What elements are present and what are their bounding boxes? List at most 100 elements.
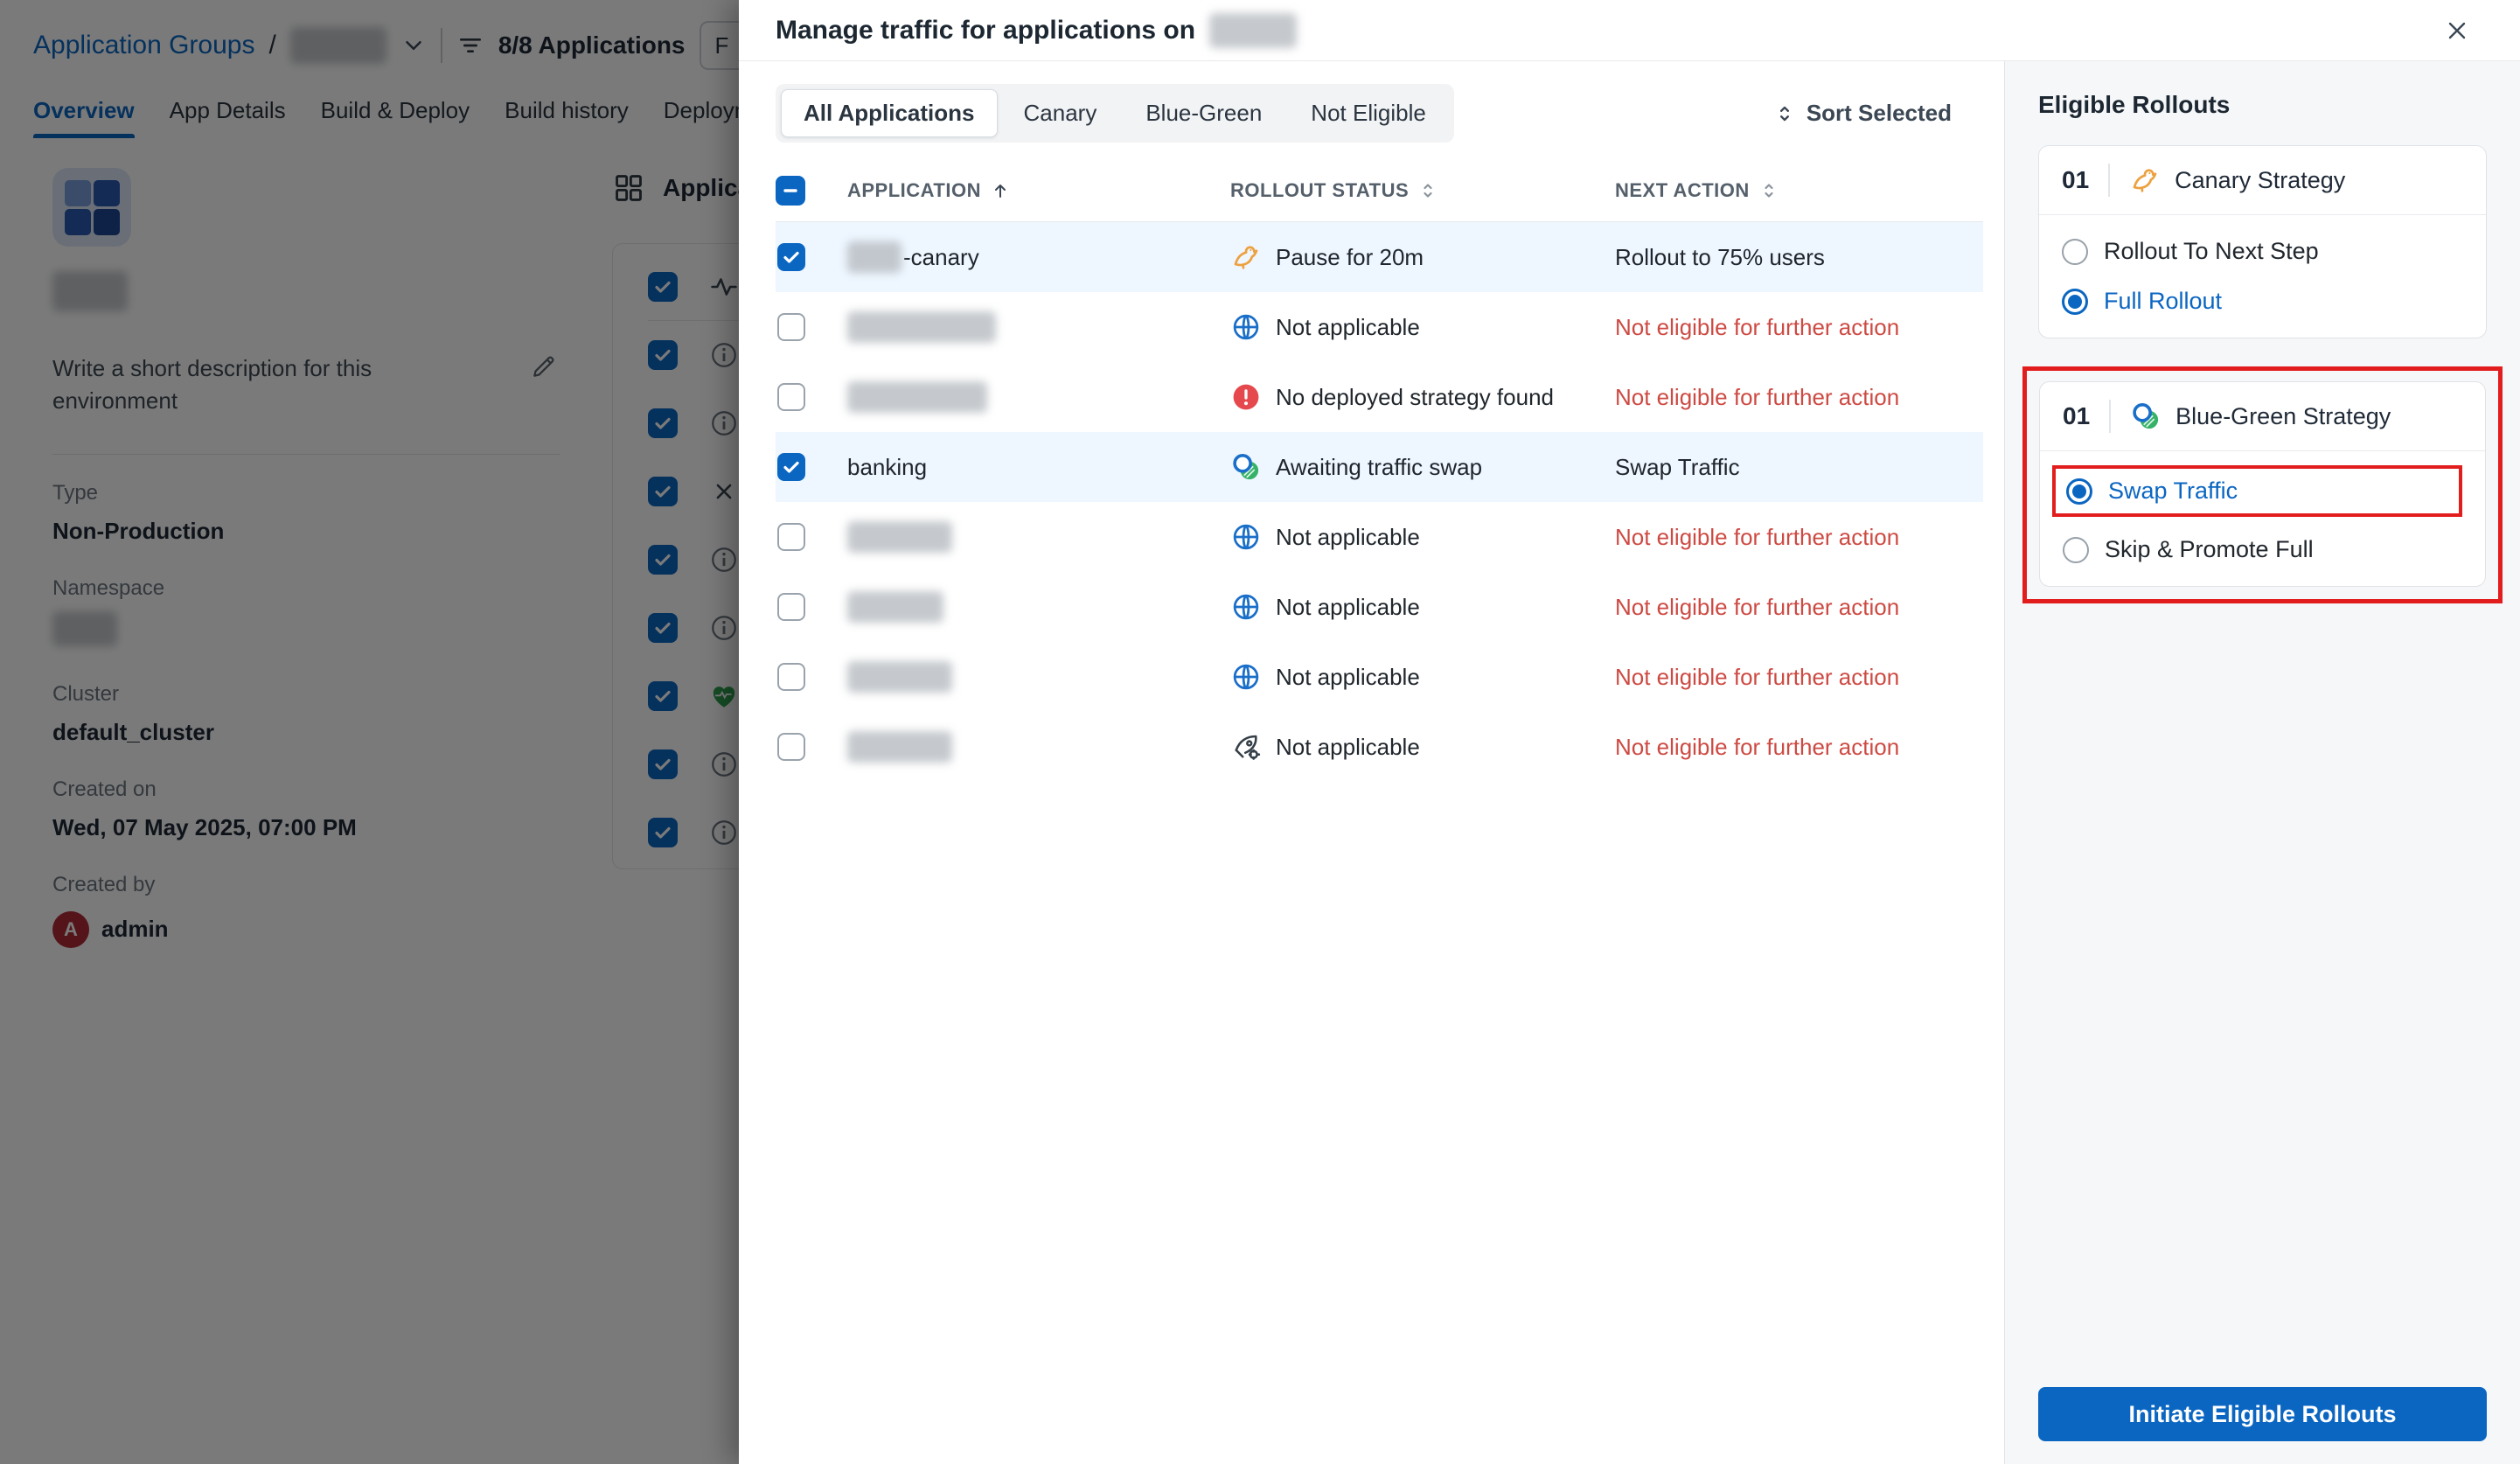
application-name: -canary [903, 243, 979, 270]
tab-all-applications[interactable]: All Applications [781, 89, 998, 137]
application-name: banking [847, 453, 928, 480]
card-divider [2108, 164, 2111, 197]
rollout-status-text: Pause for 20m [1276, 243, 1424, 270]
redacted-text [847, 241, 901, 273]
next-action-text: Not eligible for further action [1615, 523, 1900, 550]
rocket-gear-icon [1230, 731, 1262, 763]
table-row[interactable]: Not applicable Not eligible for further … [776, 572, 1983, 642]
sort-selected-label: Sort Selected [1806, 100, 1952, 126]
radio-rollout-to-next-step[interactable]: Rollout To Next Step [2062, 238, 2463, 265]
rollout-status-text: Not applicable [1276, 313, 1420, 340]
table-row[interactable]: Not applicable Not eligible for further … [776, 292, 1983, 362]
next-action-text: Not eligible for further action [1615, 383, 1900, 410]
next-action-text: Not eligible for further action [1615, 663, 1900, 690]
globe-icon [1230, 591, 1262, 623]
sort-asc-icon [990, 180, 1011, 201]
globe-icon [1230, 521, 1262, 553]
rollout-status-text: Not applicable [1276, 523, 1420, 550]
manage-traffic-drawer: Manage traffic for applications on All A… [739, 0, 2520, 1464]
next-action-text: Rollout to 75% users [1615, 243, 1825, 270]
table-row[interactable]: No deployed strategy found Not eligible … [776, 362, 1983, 432]
table-row[interactable]: banking Awaiting traffic swap Swap Traff… [776, 432, 1983, 502]
radio-icon [2063, 536, 2089, 563]
row-checkbox[interactable] [777, 663, 805, 691]
next-action-text: Not eligible for further action [1615, 593, 1900, 620]
select-all-checkbox[interactable] [776, 176, 805, 206]
redacted-text [847, 311, 996, 343]
row-checkbox[interactable] [777, 313, 805, 341]
radio-icon [2062, 238, 2088, 265]
column-application[interactable]: APPLICATION [847, 179, 1230, 202]
radio-label: Swap Traffic [2108, 478, 2238, 504]
drawer-title-text: Manage traffic for applications on [776, 15, 1196, 45]
table-row[interactable]: Not applicable Not eligible for further … [776, 712, 1983, 782]
row-checkbox[interactable] [777, 593, 805, 621]
radio-icon [2066, 478, 2092, 505]
redacted-text [847, 521, 952, 553]
filter-tabs: All Applications Canary Blue-Green Not E… [776, 84, 1454, 143]
drawer-title: Manage traffic for applications on [776, 12, 1298, 48]
strategy-name: Blue-Green Strategy [2175, 402, 2391, 429]
tab-canary[interactable]: Canary [1001, 89, 1120, 137]
radio-label: Skip & Promote Full [2105, 536, 2314, 562]
canary-icon [1230, 241, 1262, 273]
redacted-text [847, 731, 952, 763]
radio-icon [2062, 288, 2088, 315]
error-icon [1230, 381, 1262, 413]
blue-green-strategy-card: 01 Blue-Green Strategy Swap Traffic Skip… [2039, 381, 2486, 587]
rollout-status-text: Not applicable [1276, 733, 1420, 760]
column-rollout-status[interactable]: ROLLOUT STATUS [1230, 179, 1615, 202]
strategy-index: 01 [2063, 402, 2091, 429]
row-checkbox[interactable] [777, 453, 805, 481]
row-checkbox[interactable] [777, 243, 805, 271]
next-action-text: Swap Traffic [1615, 453, 1740, 480]
radio-skip-promote-full[interactable]: Skip & Promote Full [2063, 536, 2462, 563]
table-header: APPLICATION ROLLOUT STATUS NEXT ACTION [776, 164, 1983, 222]
screen: Application Groups / 8/8 Applications F … [0, 0, 2520, 1464]
rollout-status-text: Not applicable [1276, 593, 1420, 620]
strategy-index: 01 [2062, 166, 2090, 193]
sort-selected-button[interactable]: Sort Selected [1773, 100, 1952, 127]
applications-table-area: All Applications Canary Blue-Green Not E… [739, 61, 2004, 1464]
row-checkbox[interactable] [777, 733, 805, 761]
redacted-text [847, 591, 943, 623]
radio-label: Rollout To Next Step [2104, 238, 2319, 264]
rollout-status-text: Awaiting traffic swap [1276, 453, 1483, 480]
card-divider [2109, 400, 2112, 433]
strategy-name: Canary Strategy [2175, 166, 2346, 193]
sort-updown-icon [1417, 180, 1438, 201]
drawer-header: Manage traffic for applications on [739, 0, 2520, 61]
redacted-text [847, 661, 952, 693]
redacted-text [847, 381, 987, 413]
close-icon[interactable] [2438, 11, 2476, 50]
initiate-eligible-rollouts-button[interactable]: Initiate Eligible Rollouts [2038, 1387, 2487, 1441]
table-row[interactable]: Not applicable Not eligible for further … [776, 502, 1983, 572]
radio-label: Full Rollout [2104, 288, 2223, 314]
eligible-rollouts-title: Eligible Rollouts [2038, 91, 2231, 118]
rollout-status-text: No deployed strategy found [1276, 383, 1554, 410]
canary-icon [2129, 164, 2161, 196]
row-checkbox[interactable] [777, 383, 805, 411]
eligible-rollouts-panel: Eligible Rollouts 01 Canary Strategy Rol… [2004, 61, 2520, 1464]
column-next-action[interactable]: NEXT ACTION [1615, 179, 1983, 202]
tab-blue-green[interactable]: Blue-Green [1123, 89, 1284, 137]
sort-updown-icon [1773, 102, 1796, 125]
row-checkbox[interactable] [777, 523, 805, 551]
tab-not-eligible[interactable]: Not Eligible [1288, 89, 1449, 137]
table-row[interactable]: Not applicable Not eligible for further … [776, 642, 1983, 712]
blue-green-icon [1230, 451, 1262, 483]
redacted-environment-name [1209, 12, 1298, 48]
next-action-text: Not eligible for further action [1615, 313, 1900, 340]
globe-icon [1230, 661, 1262, 693]
radio-swap-traffic[interactable]: Swap Traffic [2066, 478, 2238, 505]
annotation-rectangle: Swap Traffic [2052, 465, 2462, 517]
rollout-status-text: Not applicable [1276, 663, 1420, 690]
radio-full-rollout[interactable]: Full Rollout [2062, 288, 2463, 315]
annotation-rectangle: 01 Blue-Green Strategy Swap Traffic Skip… [2022, 366, 2503, 603]
table-row[interactable]: -canary Pause for 20m Rollout to 75% use… [776, 222, 1983, 292]
canary-strategy-card: 01 Canary Strategy Rollout To Next Step … [2038, 145, 2487, 338]
blue-green-icon [2130, 401, 2161, 432]
next-action-text: Not eligible for further action [1615, 733, 1900, 760]
sort-updown-icon [1758, 180, 1779, 201]
globe-icon [1230, 311, 1262, 343]
